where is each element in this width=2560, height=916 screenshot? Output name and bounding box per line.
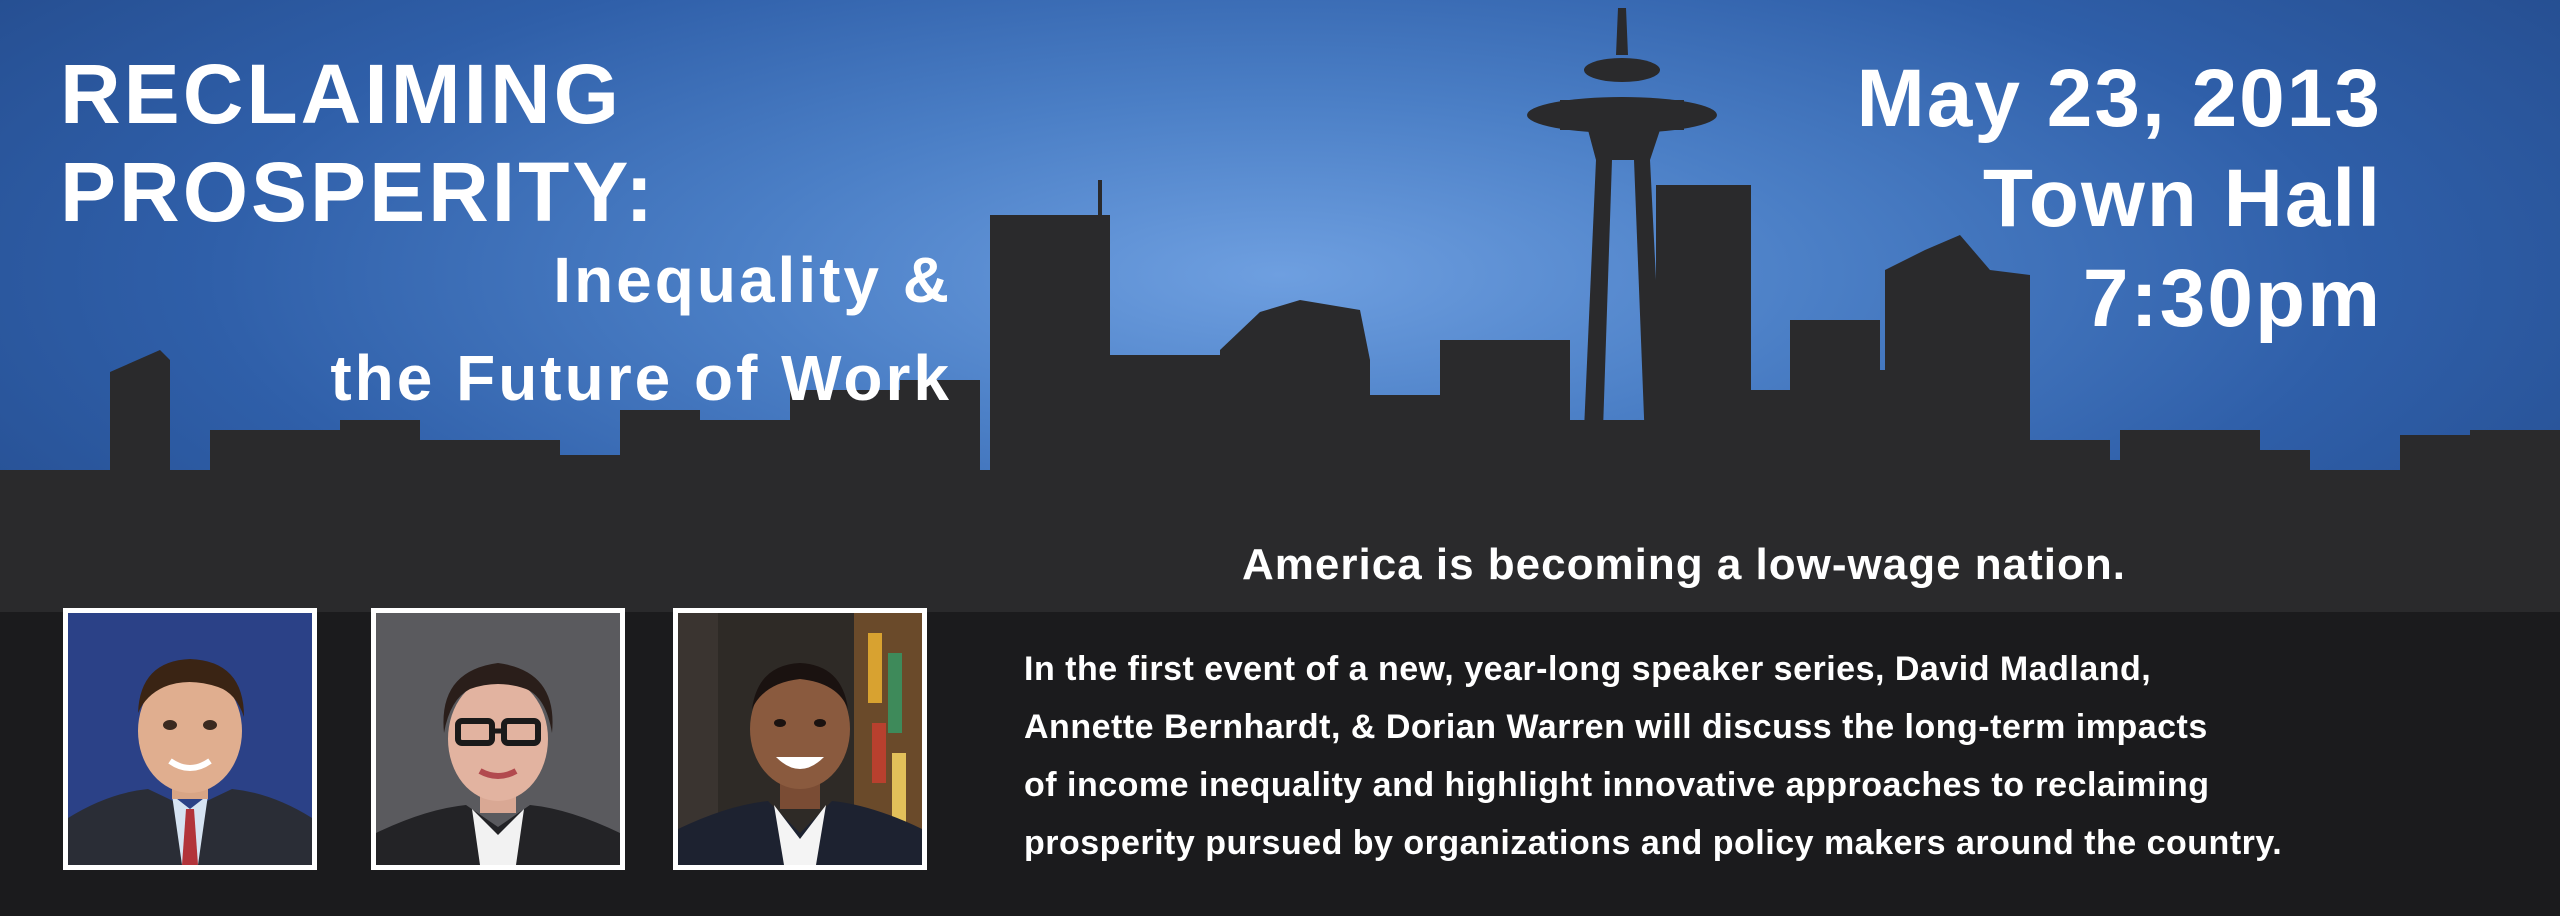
portrait-man-smiling-image [678,613,922,865]
title-line-1: RECLAIMING [60,47,622,141]
title-line-2: PROSPERITY: [60,145,657,239]
description-line: Annette Bernhardt, & Dorian Warren will … [1024,708,2208,746]
description-line: In the first event of a new, year-long s… [1024,650,2152,688]
subtitle-line-1: Inequality & [553,244,952,316]
portrait-woman-glasses-image [376,613,620,865]
event-date: May 23, 2013 [1856,53,2382,144]
speaker-photo-2 [371,608,625,870]
portrait-man-suit-image [68,613,312,865]
speaker-photo-1 [63,608,317,870]
description-line: of income inequality and highlight innov… [1024,766,2210,804]
tagline: America is becoming a low-wage nation. [1242,540,2126,589]
event-venue: Town Hall [1982,153,2382,244]
event-time: 7:30pm [2082,253,2382,344]
subtitle-line-2: the Future of Work [330,342,952,414]
speaker-photo-3 [673,608,927,870]
description-line: prosperity pursued by organizations and … [1024,824,2283,862]
event-description: In the first event of a new, year-long s… [1024,640,2504,872]
